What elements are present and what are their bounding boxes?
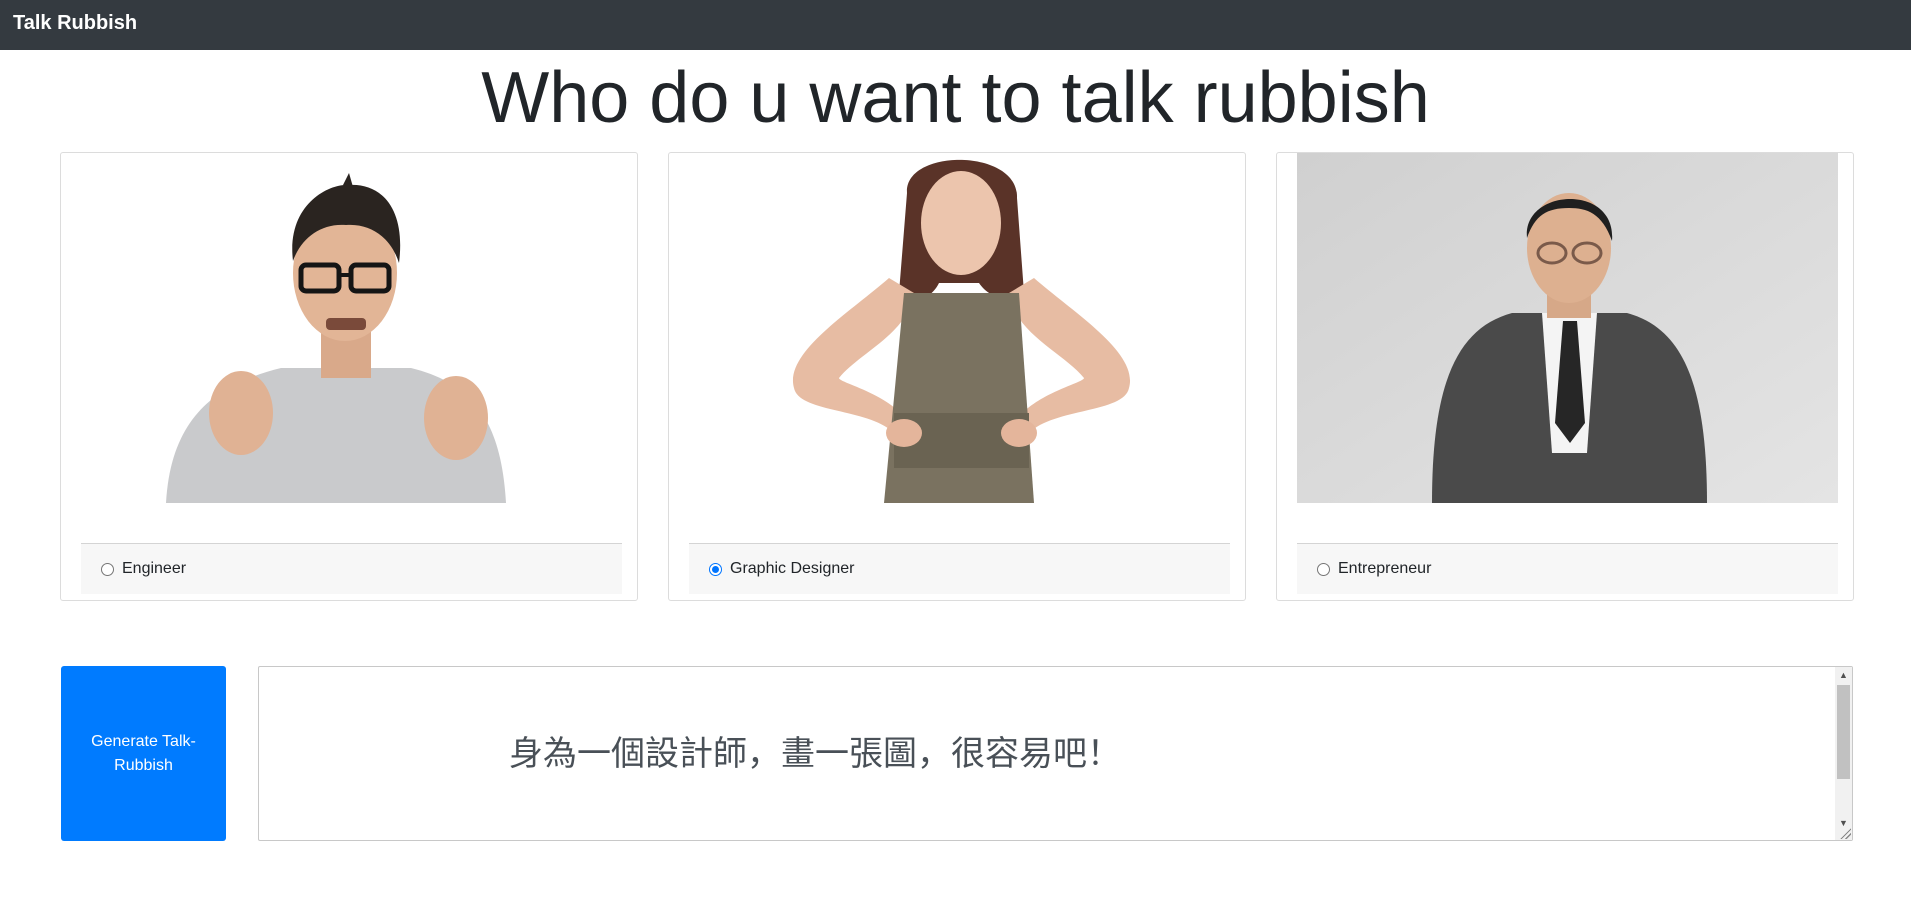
graphic-designer-photo <box>689 153 1230 503</box>
scroll-up-arrow-icon[interactable]: ▲ <box>1835 667 1852 684</box>
scroll-thumb[interactable] <box>1837 685 1850 779</box>
engineer-radio[interactable] <box>101 562 114 576</box>
output-textarea[interactable]: 身為一個設計師，畫一張圖，很容易吧！ ▲ ▼ <box>258 666 1853 841</box>
entrepreneur-card: Entrepreneur <box>1276 152 1854 601</box>
graphic-designer-radio[interactable] <box>709 562 722 576</box>
generate-talk-rubbish-button[interactable]: Generate Talk-Rubbish <box>61 666 226 841</box>
entrepreneur-label[interactable]: Entrepreneur <box>1338 560 1431 578</box>
navbar-brand[interactable]: Talk Rubbish <box>13 12 137 34</box>
graphic-designer-option[interactable]: Graphic Designer <box>689 543 1230 594</box>
engineer-card: Engineer <box>60 152 638 601</box>
top-navbar: Talk Rubbish <box>0 0 1911 50</box>
engineer-option[interactable]: Engineer <box>81 543 622 594</box>
engineer-label[interactable]: Engineer <box>122 560 186 578</box>
graphic-designer-card: Graphic Designer <box>668 152 1246 601</box>
entrepreneur-option[interactable]: Entrepreneur <box>1297 543 1838 594</box>
graphic-designer-label[interactable]: Graphic Designer <box>730 560 855 578</box>
entrepreneur-photo <box>1297 153 1838 503</box>
page-title: Who do u want to talk rubbish <box>481 58 1430 138</box>
engineer-photo <box>81 153 622 503</box>
output-text: 身為一個設計師，畫一張圖，很容易吧！ <box>509 734 1121 774</box>
resize-handle-icon[interactable] <box>1839 827 1851 839</box>
entrepreneur-radio[interactable] <box>1317 562 1330 576</box>
output-scrollbar[interactable]: ▲ ▼ <box>1835 667 1852 840</box>
